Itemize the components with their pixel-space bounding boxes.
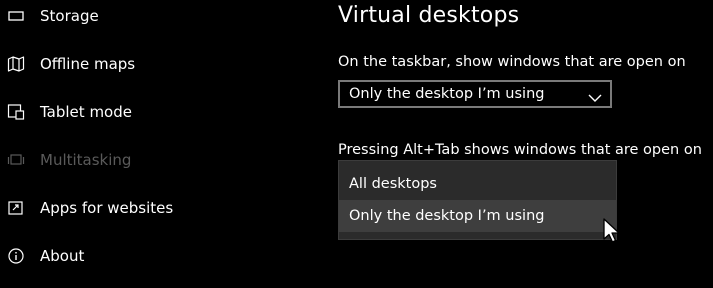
taskbar-setting-label: On the taskbar, show windows that are op… xyxy=(338,54,686,70)
sidebar-item-label: About xyxy=(40,247,85,265)
alttab-setting-label: Pressing Alt+Tab shows windows that are … xyxy=(338,142,702,158)
sidebar-item-label: Apps for websites xyxy=(40,199,174,217)
option-all-desktops[interactable]: All desktops xyxy=(339,168,616,200)
settings-sidebar: Storage Offline maps Tablet mode Multita… xyxy=(0,0,300,288)
multitasking-icon xyxy=(7,151,25,169)
sidebar-item-label: Storage xyxy=(40,7,99,25)
virtual-desktops-section: Virtual desktops On the taskbar, show wi… xyxy=(338,0,713,288)
tablet-mode-icon xyxy=(7,103,25,121)
dropdown-selected-value: Only the desktop I’m using xyxy=(349,86,545,102)
map-icon xyxy=(7,55,25,73)
apps-for-websites-icon xyxy=(7,199,25,217)
sidebar-item-label: Offline maps xyxy=(40,55,136,73)
info-icon xyxy=(7,247,25,265)
option-label: Only the desktop I’m using xyxy=(349,208,545,224)
sidebar-item-apps-for-websites[interactable]: Apps for websites xyxy=(0,184,290,232)
sidebar-item-offline-maps[interactable]: Offline maps xyxy=(0,40,290,88)
sidebar-item-storage[interactable]: Storage xyxy=(0,0,290,40)
page-title: Virtual desktops xyxy=(338,3,520,28)
sidebar-item-label: Tablet mode xyxy=(40,103,132,121)
mouse-pointer-icon xyxy=(601,218,625,246)
sidebar-item-tablet-mode[interactable]: Tablet mode xyxy=(0,88,290,136)
chevron-down-icon xyxy=(588,88,602,107)
sidebar-item-multitasking[interactable]: Multitasking xyxy=(0,136,290,184)
taskbar-windows-dropdown[interactable]: Only the desktop I’m using xyxy=(338,80,612,108)
option-only-this-desktop[interactable]: Only the desktop I’m using xyxy=(339,200,616,232)
sidebar-item-label: Multitasking xyxy=(40,151,132,169)
alttab-dropdown-list: All desktops Only the desktop I’m using xyxy=(338,160,617,240)
storage-icon xyxy=(7,7,25,25)
option-label: All desktops xyxy=(349,176,437,192)
sidebar-item-about[interactable]: About xyxy=(0,232,290,280)
